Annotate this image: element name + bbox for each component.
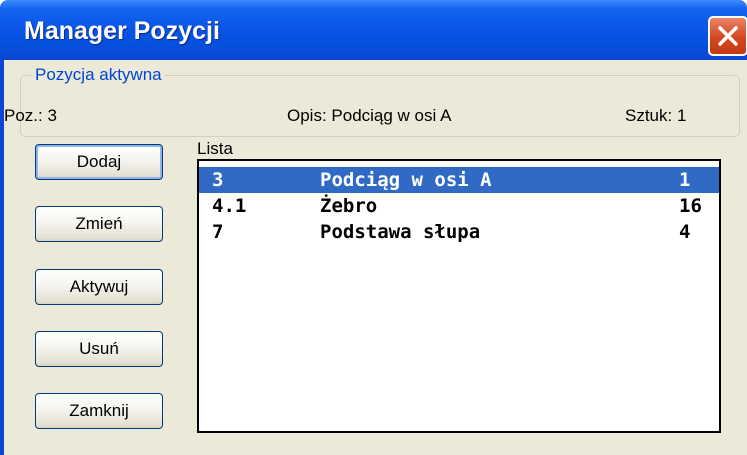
position-description-field: Opis: Podciąg w osi A xyxy=(287,106,452,125)
list-item[interactable]: 4.1 Żebro 16 xyxy=(199,193,719,219)
list-item-description: Żebro xyxy=(320,195,378,217)
delete-button[interactable]: Usuń xyxy=(35,331,163,367)
window-title: Manager Pozycji xyxy=(24,17,220,45)
title-bar[interactable]: Manager Pozycji xyxy=(0,0,747,60)
position-number-field: Poz.: 3 xyxy=(4,106,57,125)
manager-window: Manager Pozycji Pozycja aktywna Poz.: 3 … xyxy=(0,0,747,455)
positions-list[interactable]: 3 Podciąg w osi A 1 4.1 Żebro 16 7 Podst… xyxy=(197,159,721,433)
position-quantity-field: Sztuk: 1 xyxy=(625,106,687,125)
list-item-quantity: 1 xyxy=(679,169,691,191)
activate-button[interactable]: Aktywuj xyxy=(35,269,163,305)
list-item-description: Podciąg w osi A xyxy=(320,169,492,191)
add-button[interactable]: Dodaj xyxy=(35,144,163,180)
list-item-quantity: 4 xyxy=(679,221,691,243)
change-button[interactable]: Zmień xyxy=(35,206,163,242)
close-window-button[interactable] xyxy=(708,16,747,56)
list-item-number: 3 xyxy=(212,169,224,191)
list-item-description: Podstawa słupa xyxy=(320,221,481,243)
close-button[interactable]: Zamknij xyxy=(35,393,163,429)
list-item-quantity: 16 xyxy=(679,195,702,217)
list-item[interactable]: 3 Podciąg w osi A 1 xyxy=(199,167,719,193)
window-client-area: Pozycja aktywna Poz.: 3 Opis: Podciąg w … xyxy=(4,60,747,455)
close-icon xyxy=(718,26,738,46)
list-item-number: 7 xyxy=(212,221,224,243)
list-item-number: 4.1 xyxy=(212,195,247,217)
active-position-legend: Pozycja aktywna xyxy=(32,65,165,85)
list-label: Lista xyxy=(197,139,233,158)
list-item[interactable]: 7 Podstawa słupa 4 xyxy=(199,219,719,245)
